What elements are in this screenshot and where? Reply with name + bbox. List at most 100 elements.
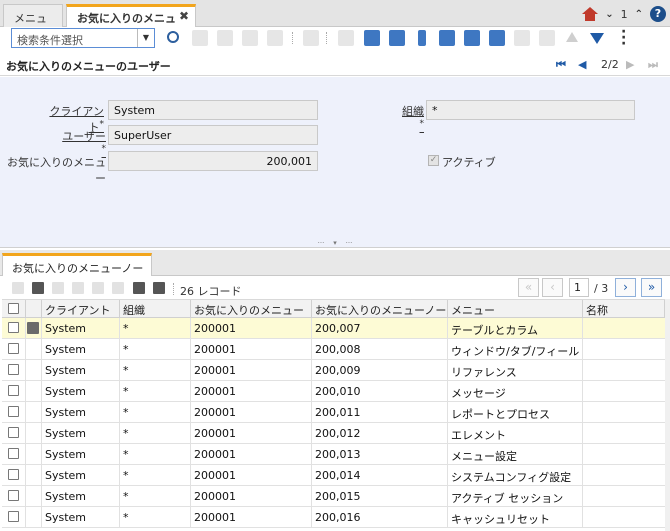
process-icon[interactable] bbox=[514, 30, 530, 46]
cell-name[interactable] bbox=[583, 486, 665, 506]
cell-name[interactable] bbox=[583, 360, 665, 380]
cell-menu-node[interactable]: 200,007 bbox=[312, 318, 448, 338]
org-field[interactable]: * bbox=[426, 100, 635, 120]
cell-favorite-menu[interactable]: 200001 bbox=[191, 465, 312, 485]
row-checkbox[interactable] bbox=[8, 364, 19, 375]
help-icon[interactable]: ? bbox=[650, 6, 666, 22]
table-row[interactable]: System * 200001 200,016 キャッシュリセット bbox=[2, 507, 665, 528]
more-options-icon[interactable]: · · · bbox=[621, 25, 626, 51]
row-checkbox[interactable] bbox=[8, 322, 19, 333]
detail-edit-icon[interactable] bbox=[32, 282, 44, 294]
cell-menu-node[interactable]: 200,014 bbox=[312, 465, 448, 485]
new-record-icon[interactable] bbox=[192, 30, 208, 46]
find-icon[interactable] bbox=[167, 31, 179, 43]
copy-record-icon[interactable] bbox=[217, 30, 233, 46]
cell-name[interactable] bbox=[583, 381, 665, 401]
prev-record-icon[interactable]: ◀ bbox=[578, 58, 586, 71]
cell-client[interactable]: System bbox=[42, 318, 120, 338]
tab-favorite-menu-node[interactable]: お気に入りのメニューノード bbox=[2, 253, 152, 291]
zoom-across-icon[interactable] bbox=[464, 30, 480, 46]
cell-org[interactable]: * bbox=[120, 402, 191, 422]
cell-menu-node[interactable]: 200,010 bbox=[312, 381, 448, 401]
first-record-icon[interactable]: ⏮ bbox=[556, 58, 566, 72]
cell-name[interactable] bbox=[583, 423, 665, 443]
cell-menu[interactable]: アクティブ セッション bbox=[448, 486, 583, 506]
active-checkbox[interactable]: ✓ bbox=[428, 155, 439, 166]
column-header-menu-node[interactable]: お気に入りのメニューノード bbox=[312, 300, 448, 317]
cell-menu-node[interactable]: 200,012 bbox=[312, 423, 448, 443]
cell-org[interactable]: * bbox=[120, 318, 191, 338]
grid-scrollbar[interactable] bbox=[665, 299, 670, 531]
last-page-icon[interactable]: » bbox=[641, 278, 662, 297]
column-header-name[interactable]: 名称 bbox=[583, 300, 665, 317]
cell-client[interactable]: System bbox=[42, 339, 120, 359]
row-checkbox[interactable] bbox=[8, 448, 19, 459]
cell-menu-node[interactable]: 200,013 bbox=[312, 444, 448, 464]
next-record-icon[interactable] bbox=[590, 33, 604, 44]
cell-menu[interactable]: ウィンドウ/タブ/フィールド bbox=[448, 339, 583, 359]
undo-icon[interactable] bbox=[338, 30, 354, 46]
previous-record-icon[interactable] bbox=[566, 32, 578, 42]
cell-org[interactable]: * bbox=[120, 465, 191, 485]
cell-favorite-menu[interactable]: 200001 bbox=[191, 360, 312, 380]
column-header-org[interactable]: 組織 bbox=[120, 300, 191, 317]
cell-org[interactable]: * bbox=[120, 339, 191, 359]
print-icon[interactable] bbox=[539, 30, 555, 46]
cell-client[interactable]: System bbox=[42, 381, 120, 401]
cell-menu[interactable]: テーブルとカラム bbox=[448, 318, 583, 338]
cell-favorite-menu[interactable]: 200001 bbox=[191, 339, 312, 359]
cell-client[interactable]: System bbox=[42, 444, 120, 464]
row-checkbox[interactable] bbox=[8, 511, 19, 522]
cell-name[interactable] bbox=[583, 444, 665, 464]
cell-favorite-menu[interactable]: 200001 bbox=[191, 402, 312, 422]
cell-favorite-menu[interactable]: 200001 bbox=[191, 318, 312, 338]
page-number-input[interactable]: 1 bbox=[569, 278, 589, 297]
chevron-double-up-icon[interactable]: ⌃ bbox=[635, 9, 643, 20]
table-row[interactable]: System * 200001 200,014 システムコンフィグ設定 bbox=[2, 465, 665, 486]
chat-icon[interactable] bbox=[439, 30, 455, 46]
next-page-icon[interactable]: › bbox=[615, 278, 636, 297]
table-row[interactable]: System * 200001 200,010 メッセージ bbox=[2, 381, 665, 402]
edit-row-icon[interactable] bbox=[27, 322, 39, 334]
cell-client[interactable]: System bbox=[42, 360, 120, 380]
cell-name[interactable] bbox=[583, 318, 665, 338]
table-row[interactable]: System * 200001 200,011 レポートとプロセス bbox=[2, 402, 665, 423]
cell-org[interactable]: * bbox=[120, 360, 191, 380]
cell-client[interactable]: System bbox=[42, 402, 120, 422]
cell-menu-node[interactable]: 200,009 bbox=[312, 360, 448, 380]
cell-client[interactable]: System bbox=[42, 423, 120, 443]
cell-menu[interactable]: キャッシュリセット bbox=[448, 507, 583, 527]
row-checkbox[interactable] bbox=[8, 343, 19, 354]
detail-delete-icon[interactable] bbox=[92, 282, 104, 294]
detail-new-icon[interactable] bbox=[12, 282, 24, 294]
next-record-nav-icon[interactable]: ▶ bbox=[626, 58, 634, 71]
cell-org[interactable]: * bbox=[120, 507, 191, 527]
save-new-icon[interactable] bbox=[267, 30, 283, 46]
refresh-icon[interactable] bbox=[364, 30, 380, 46]
grid-toggle-icon[interactable] bbox=[389, 30, 405, 46]
close-tab-icon[interactable]: ✖ bbox=[179, 9, 189, 23]
table-row[interactable]: System * 200001 200,008 ウィンドウ/タブ/フィールド bbox=[2, 339, 665, 360]
row-checkbox[interactable] bbox=[8, 427, 19, 438]
cell-menu-node[interactable]: 200,015 bbox=[312, 486, 448, 506]
table-row[interactable]: System * 200001 200,012 エレメント bbox=[2, 423, 665, 444]
cell-name[interactable] bbox=[583, 339, 665, 359]
row-checkbox[interactable] bbox=[8, 406, 19, 417]
last-record-icon[interactable]: ⏭ bbox=[648, 58, 658, 72]
detail-undo-icon[interactable] bbox=[112, 282, 124, 294]
cell-menu[interactable]: システムコンフィグ設定 bbox=[448, 465, 583, 485]
cell-org[interactable]: * bbox=[120, 444, 191, 464]
table-row[interactable]: System * 200001 200,013 メニュー設定 bbox=[2, 444, 665, 465]
cell-menu-node[interactable]: 200,011 bbox=[312, 402, 448, 422]
home-icon[interactable] bbox=[582, 6, 599, 22]
row-checkbox[interactable] bbox=[8, 490, 19, 501]
save-icon[interactable] bbox=[242, 30, 258, 46]
table-row[interactable]: System * 200001 200,015 アクティブ セッション bbox=[2, 486, 665, 507]
cell-name[interactable] bbox=[583, 507, 665, 527]
cell-menu[interactable]: リファレンス bbox=[448, 360, 583, 380]
cell-client[interactable]: System bbox=[42, 486, 120, 506]
user-field[interactable]: SuperUser bbox=[108, 125, 318, 145]
chevron-double-down-icon[interactable]: ⌄ bbox=[605, 9, 613, 20]
chevron-down-icon[interactable]: ▼ bbox=[137, 29, 154, 47]
column-header-favorite-menu[interactable]: お気に入りのメニュー bbox=[191, 300, 312, 317]
